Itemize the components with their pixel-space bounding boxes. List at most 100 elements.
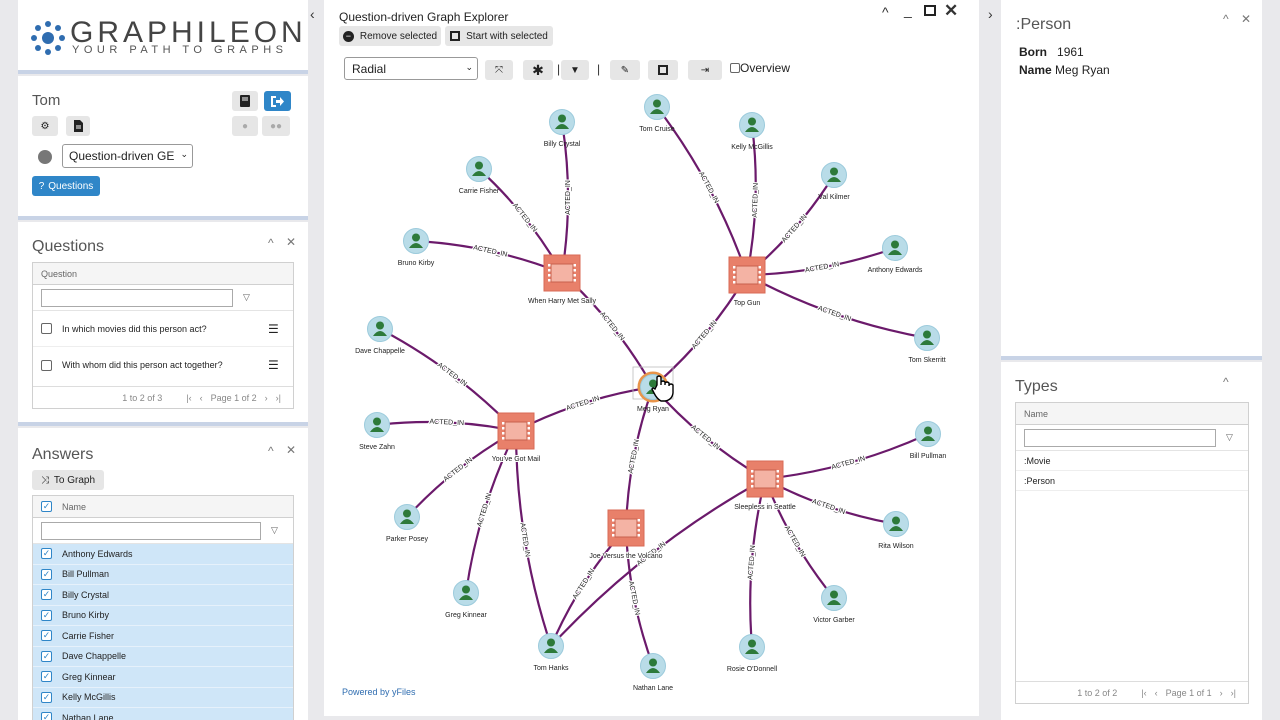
person-node[interactable]: Rosie O'Donnell xyxy=(727,634,778,674)
close-icon[interactable]: ✕ xyxy=(1241,12,1251,26)
table-row[interactable]: ✓ Bruno Kirby xyxy=(33,605,293,626)
row-checkbox[interactable] xyxy=(41,323,52,334)
dashboard-select[interactable]: Question-driven GE ⌄ xyxy=(62,144,193,168)
table-row[interactable]: ✓ Greg Kinnear xyxy=(33,667,293,688)
users-button[interactable]: ●● xyxy=(262,116,290,136)
minimize-icon[interactable]: _ xyxy=(904,2,912,18)
person-node[interactable]: Tom Hanks xyxy=(533,633,569,673)
list-icon[interactable]: ☰ xyxy=(268,322,279,336)
person-node[interactable]: Nathan Lane xyxy=(633,653,673,693)
graph-canvas[interactable]: ACTED_IN ACTED_INACTED_INACTED_INACTED_IN… xyxy=(324,88,979,708)
layout-select[interactable]: Radial ⌄ xyxy=(344,57,478,80)
fit-button[interactable]: ⤧ xyxy=(485,60,513,80)
right-collapse-icon[interactable]: › xyxy=(988,6,993,22)
edge[interactable] xyxy=(550,478,766,647)
list-item[interactable]: In which movies did this person act? ☰ xyxy=(33,311,293,347)
table-row[interactable]: ✓ Anthony Edwards xyxy=(33,544,293,565)
overview-checkbox[interactable] xyxy=(730,63,740,73)
collapse-icon[interactable]: ^ xyxy=(1223,12,1229,26)
export-button[interactable]: ⇥ xyxy=(688,60,722,80)
person-node[interactable]: Rita Wilson xyxy=(878,511,914,551)
logout-button[interactable] xyxy=(264,91,291,111)
person-node[interactable]: Dave Chappelle xyxy=(355,316,405,356)
row-checkbox[interactable]: ✓ xyxy=(41,568,52,580)
filter-button[interactable]: ▼ xyxy=(561,60,589,80)
edge[interactable] xyxy=(764,478,897,526)
first-page-icon[interactable]: |‹ xyxy=(1141,688,1146,698)
row-checkbox[interactable] xyxy=(41,359,52,371)
last-page-icon[interactable]: ›| xyxy=(276,393,281,403)
person-node[interactable]: Victor Garber xyxy=(813,585,855,625)
frame-button[interactable] xyxy=(648,60,678,80)
row-checkbox[interactable]: ✓ xyxy=(41,630,52,642)
row-checkbox[interactable]: ✓ xyxy=(41,650,52,662)
answers-filter-input[interactable] xyxy=(41,521,261,540)
person-node[interactable]: Carrie Fisher xyxy=(459,156,500,196)
questions-button[interactable]: ? Questions xyxy=(32,176,100,196)
restore-icon[interactable] xyxy=(924,5,936,16)
person-node[interactable]: Tom Cruise xyxy=(639,94,675,134)
powered-by[interactable]: Powered by yFiles xyxy=(342,687,416,697)
table-row[interactable]: ✓ Billy Crystal xyxy=(33,585,293,606)
table-row[interactable]: ✓ Carrie Fisher xyxy=(33,626,293,647)
next-page-icon[interactable]: › xyxy=(1220,688,1223,698)
select-all-checkbox[interactable]: ✓ xyxy=(41,501,52,512)
next-page-icon[interactable]: › xyxy=(265,393,268,403)
collapse-icon[interactable]: ^ xyxy=(268,444,274,458)
document-button[interactable] xyxy=(66,116,90,136)
settings-button[interactable]: ⚙ xyxy=(32,116,58,136)
collapse-icon[interactable]: ^ xyxy=(268,236,274,250)
movie-node[interactable]: Joe Versus the Volcano xyxy=(588,509,664,561)
person-node[interactable]: Steve Zahn xyxy=(359,412,395,452)
table-row[interactable]: ✓ Nathan Lane xyxy=(33,708,293,720)
list-item[interactable]: :Person xyxy=(1016,471,1248,491)
prev-page-icon[interactable]: ‹ xyxy=(1155,688,1158,698)
edge[interactable] xyxy=(379,328,517,432)
prev-page-icon[interactable]: ‹ xyxy=(200,393,203,403)
last-page-icon[interactable]: ›| xyxy=(1231,688,1236,698)
list-icon[interactable]: ☰ xyxy=(268,358,279,372)
person-node[interactable]: Billy Crystal xyxy=(544,109,581,149)
close-icon[interactable]: ✕ xyxy=(944,1,958,21)
row-checkbox[interactable]: ✓ xyxy=(41,548,52,560)
edge[interactable] xyxy=(515,385,654,432)
filter-icon[interactable]: ▽ xyxy=(271,525,278,536)
close-icon[interactable]: ✕ xyxy=(286,235,296,249)
collapse-icon[interactable]: ^ xyxy=(1223,375,1229,389)
paint-button[interactable]: ✎ xyxy=(610,60,640,80)
questions-filter-input[interactable] xyxy=(41,288,233,307)
person-node[interactable]: Parker Posey xyxy=(386,504,429,544)
row-checkbox[interactable]: ✓ xyxy=(41,691,52,703)
start-with-selected-button[interactable]: Start with selected xyxy=(445,26,553,46)
close-icon[interactable]: ✕ xyxy=(286,443,296,457)
row-checkbox[interactable]: ✓ xyxy=(41,609,52,621)
row-checkbox[interactable]: ✓ xyxy=(41,712,52,720)
person-node[interactable]: Bruno Kirby xyxy=(398,228,435,268)
star-button[interactable]: ✱ xyxy=(523,60,553,80)
person-node[interactable]: Tom Skerritt xyxy=(908,325,946,365)
list-item[interactable]: :Movie xyxy=(1016,451,1248,471)
types-filter-input[interactable] xyxy=(1024,428,1216,447)
list-item[interactable]: With whom did this person act together? … xyxy=(33,347,293,383)
person-node[interactable]: Kelly McGillis xyxy=(731,112,773,152)
edge[interactable] xyxy=(415,239,563,275)
filter-icon[interactable]: ▽ xyxy=(1226,432,1233,443)
movie-node[interactable]: Sleepless in Seattle xyxy=(733,460,797,512)
movie-node[interactable]: When Harry Met Sally xyxy=(527,254,598,306)
person-node[interactable]: Val Kilmer xyxy=(818,162,850,202)
movie-node[interactable]: Top Gun xyxy=(728,256,766,308)
edge[interactable] xyxy=(764,432,929,481)
first-page-icon[interactable]: |‹ xyxy=(186,393,191,403)
table-row[interactable]: ✓ Bill Pullman xyxy=(33,564,293,585)
row-checkbox[interactable]: ✓ xyxy=(41,671,52,683)
user-button[interactable]: ● xyxy=(232,116,258,136)
remove-selected-button[interactable]: − Remove selected xyxy=(339,26,441,46)
movie-node[interactable]: You've Got Mail xyxy=(491,412,542,464)
to-graph-button[interactable]: ⤨ To Graph xyxy=(32,470,104,490)
book-button[interactable] xyxy=(232,91,258,111)
edge[interactable] xyxy=(746,274,928,340)
row-checkbox[interactable]: ✓ xyxy=(41,589,52,601)
left-collapse-icon[interactable]: ‹ xyxy=(310,6,315,22)
table-row[interactable]: ✓ Kelly McGillis xyxy=(33,687,293,708)
table-row[interactable]: ✓ Dave Chappelle xyxy=(33,646,293,667)
